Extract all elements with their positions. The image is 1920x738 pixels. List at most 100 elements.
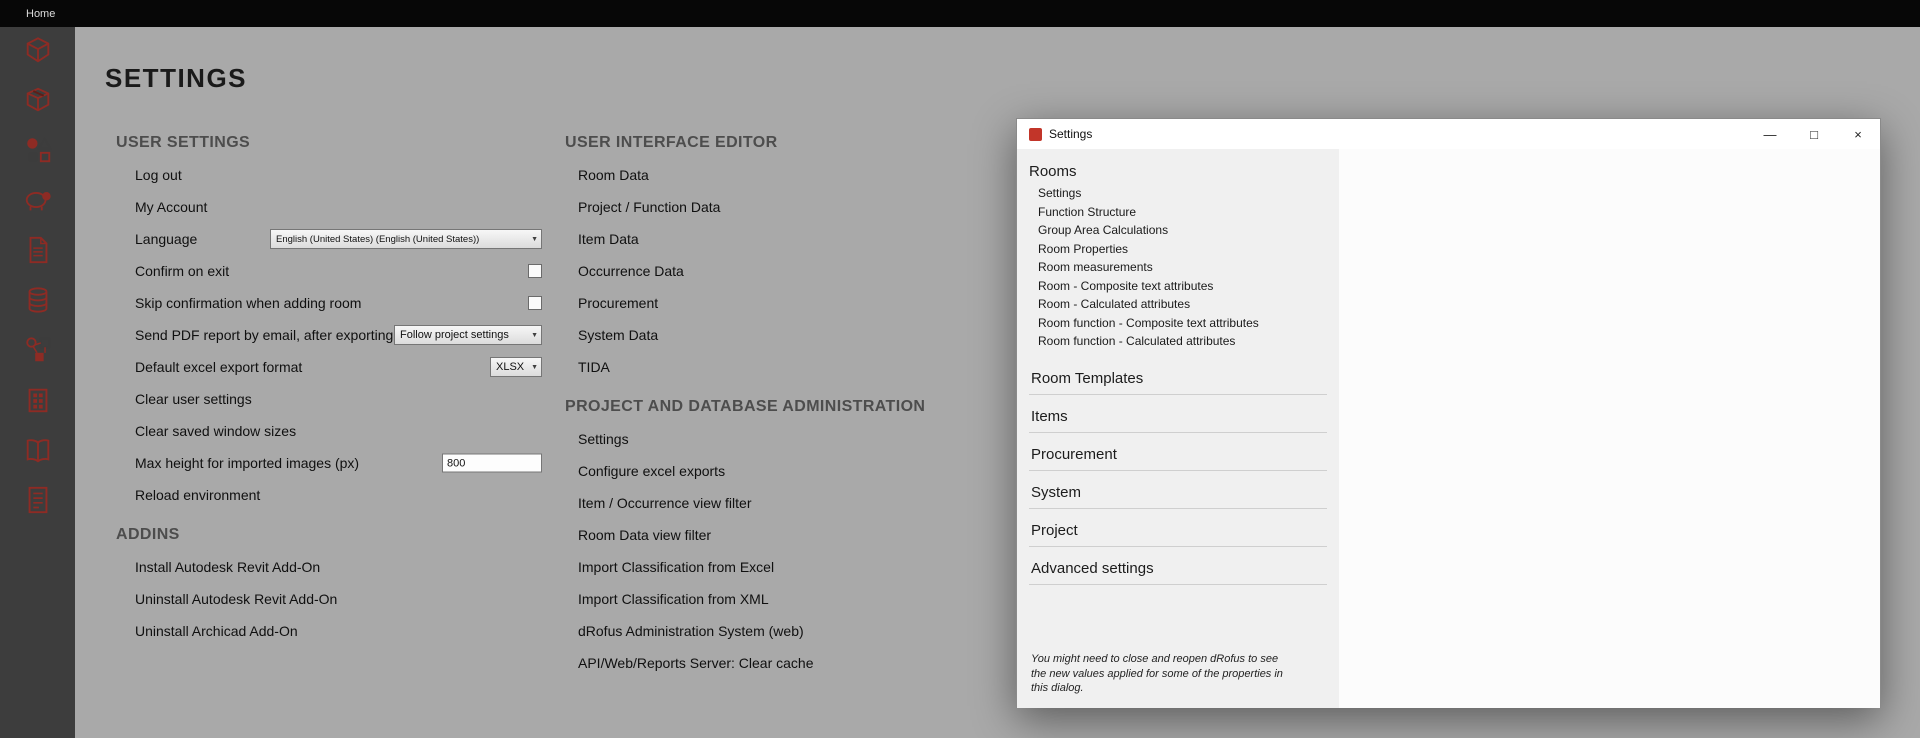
user-settings-column: USER SETTINGS Log out My Account Languag… [116, 133, 546, 647]
dialog-titlebar[interactable]: Settings — □ × [1017, 119, 1880, 149]
sidebar-button-shapes[interactable] [20, 136, 56, 169]
procurement-link[interactable]: Procurement [578, 295, 658, 311]
skip-confirmation-checkbox[interactable] [528, 296, 542, 310]
accordion-header-rooms[interactable]: Rooms [1017, 161, 1339, 184]
project-db-admin-heading: PROJECT AND DATABASE ADMINISTRATION [565, 397, 1005, 417]
reload-environment-link[interactable]: Reload environment [135, 487, 260, 503]
accordion-header-system[interactable]: System [1029, 471, 1327, 509]
nav-item-room-properties[interactable]: Room Properties [1017, 240, 1339, 259]
dialog-nav-panel: Rooms Settings Function Structure Group … [1017, 149, 1339, 708]
uninstall-revit-addon-link[interactable]: Uninstall Autodesk Revit Add-On [135, 591, 337, 607]
row-log-out: Log out [116, 159, 542, 191]
row-occurrence-data: Occurrence Data [565, 255, 1005, 287]
close-button[interactable]: × [1836, 119, 1880, 149]
row-clear-cache: API/Web/Reports Server: Clear cache [565, 647, 1005, 679]
nav-item-room-function-composite-text-attributes[interactable]: Room function - Composite text attribute… [1017, 314, 1339, 333]
sidebar-button-coins[interactable] [20, 286, 56, 319]
sidebar-button-document[interactable] [20, 486, 56, 519]
row-drofus-admin-system: dRofus Administration System (web) [565, 615, 1005, 647]
accordion-header-room-templates[interactable]: Room Templates [1029, 357, 1327, 395]
sidebar-button-cube[interactable] [20, 36, 56, 69]
dialog-title: Settings [1049, 127, 1092, 141]
confirm-on-exit-label: Confirm on exit [135, 263, 229, 279]
row-import-classification-xml: Import Classification from XML [565, 583, 1005, 615]
clear-cache-link[interactable]: API/Web/Reports Server: Clear cache [578, 655, 814, 671]
send-pdf-select[interactable]: Follow project settings ▼ [394, 325, 542, 345]
settings-dialog: Settings — □ × Rooms Settings Function S… [1016, 118, 1881, 708]
import-classification-xml-link[interactable]: Import Classification from XML [578, 591, 769, 607]
clear-user-settings-link[interactable]: Clear user settings [135, 391, 252, 407]
sidebar-button-page[interactable] [20, 236, 56, 269]
dialog-body: Rooms Settings Function Structure Group … [1017, 149, 1880, 708]
log-out-link[interactable]: Log out [135, 167, 182, 183]
nav-item-group-area-calculations[interactable]: Group Area Calculations [1017, 221, 1339, 240]
row-confirm-on-exit: Confirm on exit [116, 255, 542, 287]
minimize-button[interactable]: — [1748, 119, 1792, 149]
home-tab[interactable]: Home [26, 8, 55, 20]
import-classification-excel-link[interactable]: Import Classification from Excel [578, 559, 774, 575]
uninstall-archicad-addon-link[interactable]: Uninstall Archicad Add-On [135, 623, 298, 639]
cube-open-icon [23, 85, 53, 120]
row-clear-saved-window-sizes: Clear saved window sizes [116, 415, 542, 447]
sidebar-button-cube-open[interactable] [20, 86, 56, 119]
nav-item-settings[interactable]: Settings [1017, 184, 1339, 203]
nav-item-room-composite-text-attributes[interactable]: Room - Composite text attributes [1017, 277, 1339, 296]
install-revit-addon-link[interactable]: Install Autodesk Revit Add-On [135, 559, 320, 575]
row-install-revit-addon: Install Autodesk Revit Add-On [116, 551, 542, 583]
item-data-link[interactable]: Item Data [578, 231, 639, 247]
send-pdf-label: Send PDF report by email, after exportin… [135, 327, 393, 343]
book-icon [23, 435, 53, 470]
pig-icon [23, 185, 53, 220]
sidebar-button-pig[interactable] [20, 186, 56, 219]
project-function-data-link[interactable]: Project / Function Data [578, 199, 720, 215]
clear-saved-window-sizes-link[interactable]: Clear saved window sizes [135, 423, 296, 439]
room-data-view-filter-link[interactable]: Room Data view filter [578, 527, 711, 543]
accordion-header-project[interactable]: Project [1029, 509, 1327, 547]
row-uninstall-revit-addon: Uninstall Autodesk Revit Add-On [116, 583, 542, 615]
diagram-icon [23, 335, 53, 370]
sidebar-button-building[interactable] [20, 386, 56, 419]
my-account-link[interactable]: My Account [135, 199, 207, 215]
nav-item-function-structure[interactable]: Function Structure [1017, 203, 1339, 222]
row-clear-user-settings: Clear user settings [116, 383, 542, 415]
nav-item-room-measurements[interactable]: Room measurements [1017, 258, 1339, 277]
sidebar-button-book[interactable] [20, 436, 56, 469]
row-admin-settings: Settings [565, 423, 1005, 455]
sidebar-button-diagram[interactable] [20, 336, 56, 369]
accordion-header-advanced-settings[interactable]: Advanced settings [1029, 547, 1327, 585]
shapes-icon [23, 135, 53, 170]
nav-item-room-calculated-attributes[interactable]: Room - Calculated attributes [1017, 295, 1339, 314]
accordion-header-procurement[interactable]: Procurement [1029, 433, 1327, 471]
language-select-value: English (United States) (English (United… [276, 234, 527, 245]
room-data-link[interactable]: Room Data [578, 167, 649, 183]
row-room-data: Room Data [565, 159, 1005, 191]
cube-icon [23, 35, 53, 70]
row-max-height: Max height for imported images (px) [116, 447, 542, 479]
occurrence-data-link[interactable]: Occurrence Data [578, 263, 684, 279]
system-data-link[interactable]: System Data [578, 327, 658, 343]
admin-settings-link[interactable]: Settings [578, 431, 629, 447]
document-icon [23, 485, 53, 520]
chevron-down-icon: ▼ [531, 332, 538, 339]
admin-column: USER INTERFACE EDITOR Room Data Project … [565, 133, 1005, 679]
row-skip-confirmation: Skip confirmation when adding room [116, 287, 542, 319]
accordion-header-items[interactable]: Items [1029, 395, 1327, 433]
language-select[interactable]: English (United States) (English (United… [270, 229, 542, 249]
user-settings-heading: USER SETTINGS [116, 133, 546, 153]
row-system-data: System Data [565, 319, 1005, 351]
tida-link[interactable]: TIDA [578, 359, 610, 375]
max-height-input[interactable] [442, 454, 542, 473]
row-send-pdf: Send PDF report by email, after exportin… [116, 319, 542, 351]
drofus-admin-system-link[interactable]: dRofus Administration System (web) [578, 623, 804, 639]
item-occurrence-view-filter-link[interactable]: Item / Occurrence view filter [578, 495, 752, 511]
excel-format-select[interactable]: XLSX ▼ [490, 357, 542, 377]
configure-excel-exports-link[interactable]: Configure excel exports [578, 463, 725, 479]
maximize-button[interactable]: □ [1792, 119, 1836, 149]
dialog-window-controls: — □ × [1748, 119, 1880, 149]
confirm-on-exit-checkbox[interactable] [528, 264, 542, 278]
row-procurement: Procurement [565, 287, 1005, 319]
row-item-data: Item Data [565, 223, 1005, 255]
page-icon [23, 235, 53, 270]
nav-item-room-function-calculated-attributes[interactable]: Room function - Calculated attributes [1017, 332, 1339, 351]
application-window: Home S [0, 0, 1920, 738]
